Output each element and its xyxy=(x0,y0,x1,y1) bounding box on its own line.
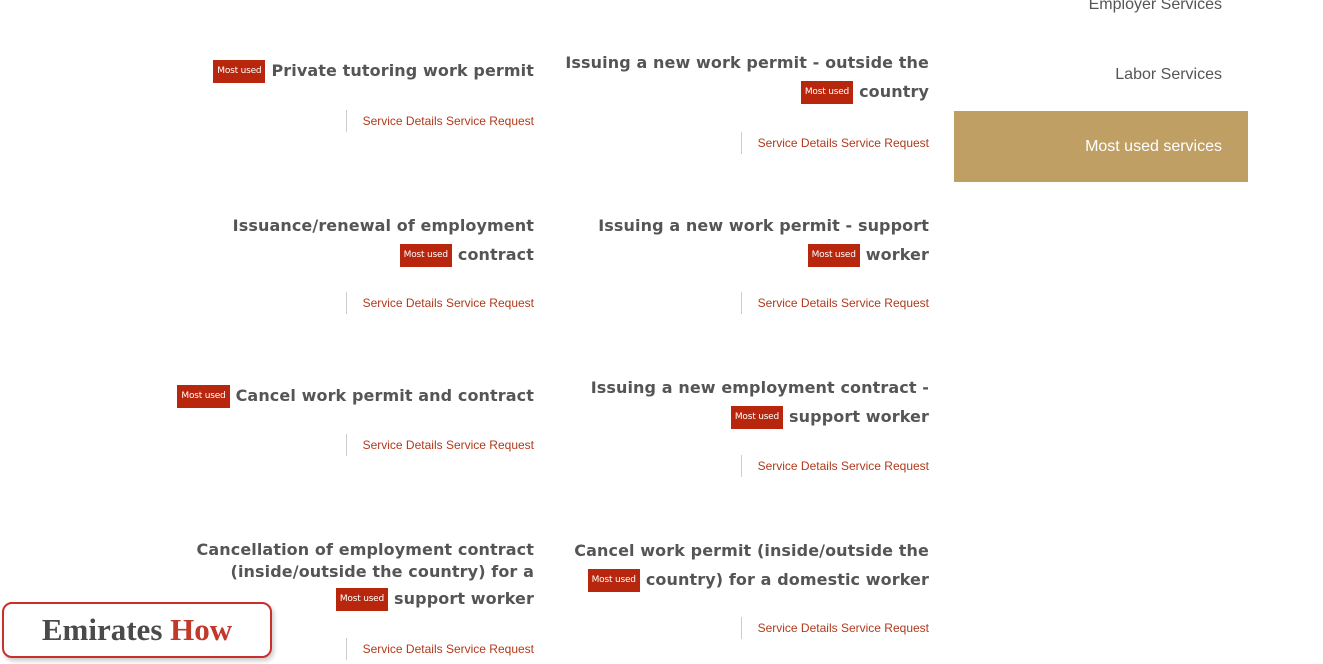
service-request-link[interactable]: Service Request xyxy=(446,296,534,310)
service-details-link[interactable]: Service Details xyxy=(363,114,443,128)
service-request-link[interactable]: Service Request xyxy=(841,296,929,310)
service-links: Service Details Service Request xyxy=(740,132,929,154)
service-links: Service Details Service Request xyxy=(345,434,534,456)
service-card: Cancellation of employment contract (ins… xyxy=(154,539,534,660)
service-title[interactable]: Cancellation of employment contract (ins… xyxy=(154,539,534,611)
service-details-link[interactable]: Service Details xyxy=(758,296,838,310)
most-used-badge: Most used xyxy=(587,569,640,592)
service-request-link[interactable]: Service Request xyxy=(446,114,534,128)
service-card: Issuing a new work permit - outside the … xyxy=(549,48,929,154)
service-request-link[interactable]: Service Request xyxy=(841,459,929,473)
service-card: Issuance/renewal of employment Most used… xyxy=(154,211,534,314)
service-request-link[interactable]: Service Request xyxy=(841,621,929,635)
service-details-link[interactable]: Service Details xyxy=(758,136,838,150)
most-used-badge: Most used xyxy=(335,588,389,611)
service-card: Cancel work permit (inside/outside the M… xyxy=(549,536,929,639)
service-title[interactable]: Most used Private tutoring work permit xyxy=(154,56,534,85)
emirates-how-logo: Emirates How xyxy=(2,602,272,658)
sidebar-item-most-used-services[interactable]: Most used services xyxy=(954,111,1248,182)
service-card: Issuing a new employment contract - Most… xyxy=(549,373,929,477)
service-links: Service Details Service Request xyxy=(345,110,534,132)
service-card: Most used Cancel work permit and contract… xyxy=(154,381,534,456)
most-used-badge: Most used xyxy=(807,244,860,267)
sidebar-item-labor-services[interactable]: Labor Services xyxy=(954,64,1248,86)
service-title[interactable]: Issuing a new work permit - outside the … xyxy=(549,48,929,106)
most-used-badge: Most used xyxy=(213,60,266,83)
service-title[interactable]: Most used Cancel work permit and contract xyxy=(154,381,534,410)
service-request-link[interactable]: Service Request xyxy=(446,438,534,452)
most-used-badge: Most used xyxy=(177,385,230,408)
service-details-link[interactable]: Service Details xyxy=(758,459,838,473)
service-title[interactable]: Cancel work permit (inside/outside the M… xyxy=(549,536,929,594)
service-title[interactable]: Issuing a new work permit - support Most… xyxy=(549,211,929,269)
service-links: Service Details Service Request xyxy=(740,292,929,314)
service-card: Issuing a new work permit - support Most… xyxy=(549,211,929,314)
service-details-link[interactable]: Service Details xyxy=(363,438,443,452)
service-details-link[interactable]: Service Details xyxy=(363,642,443,656)
service-links: Service Details Service Request xyxy=(740,455,929,477)
service-links: Service Details Service Request xyxy=(345,638,534,660)
service-request-link[interactable]: Service Request xyxy=(841,136,929,150)
service-request-link[interactable]: Service Request xyxy=(446,642,534,656)
service-card: Most used Private tutoring work permit Se… xyxy=(154,56,534,132)
most-used-badge: Most used xyxy=(399,244,452,267)
service-details-link[interactable]: Service Details xyxy=(758,621,838,635)
service-title[interactable]: Issuing a new employment contract - Most… xyxy=(549,373,929,431)
service-title[interactable]: Issuance/renewal of employment Most used… xyxy=(154,211,534,269)
service-links: Service Details Service Request xyxy=(740,617,929,639)
sidebar-item-employer-services[interactable]: Employer Services xyxy=(954,0,1248,16)
service-links: Service Details Service Request xyxy=(345,292,534,314)
most-used-badge: Most used xyxy=(730,406,784,429)
most-used-badge: Most used xyxy=(800,81,854,104)
service-details-link[interactable]: Service Details xyxy=(363,296,443,310)
